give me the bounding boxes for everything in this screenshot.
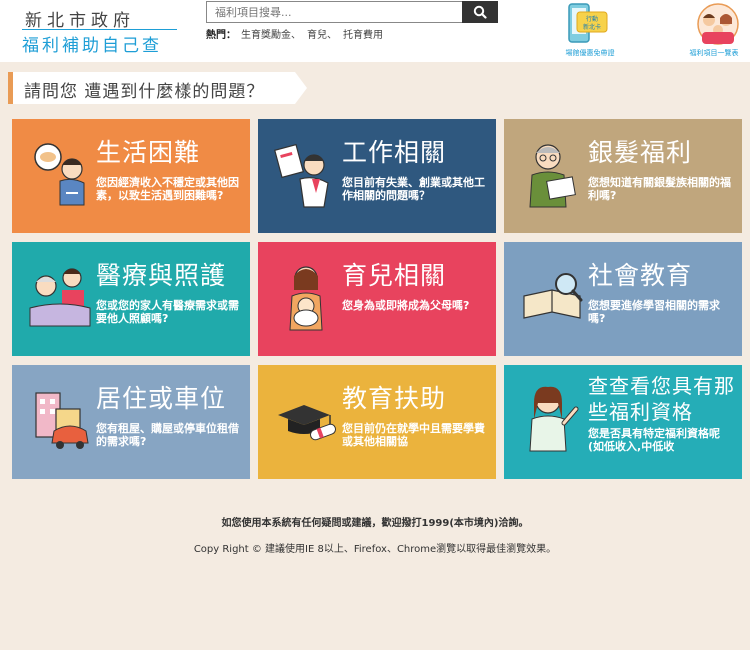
book-magnifier-icon [523,273,583,319]
tile-desc: 您想知道有關銀髮族相關的福利嗎? [588,176,731,202]
footer-copyright: Copy Right © 建議使用IE 8以上、Firefox、Chrome瀏覽… [193,544,557,555]
welfare-list-link[interactable]: 福利項目一覽表 [690,2,746,58]
tile-title: 育兒相關 [342,261,447,290]
tile-desc: 您身為或即將成為父母嗎? [342,299,470,312]
tile-desc: 您或您的家人有醫療需求或需要他人照顧嗎? [96,299,239,325]
site-header: 新北市政府 福利補助自己查 熱門： 生育獎勵金、育兒、托育費用 行動 新北卡 場館… [0,0,750,62]
tile-title: 查查看您具有那些福利資格 [588,374,735,424]
tile-housing-parking[interactable]: 居住或車位 您有租屋、購屋或停車位租借的需求嗎? [12,365,250,479]
question-text: 請問您 遭遇到什麼樣的問題？ [24,82,265,102]
tile-desc: 您想要進修學習相關的需求嗎? [588,299,720,325]
question-banner: 請問您 遭遇到什麼樣的問題？ [8,72,307,104]
logo-title-top[interactable]: 新北市政府 [25,6,135,31]
tile-living-difficulty[interactable]: 生活困難 您因經濟收入不穩定或其他因素，以致生活遇到困難嗎? [12,119,250,233]
logo-divider [22,29,177,30]
mother-baby-icon [289,266,323,331]
tile-eligibility-check[interactable]: 查查看您具有那些福利資格 您是否具有特定福利資格呢(如低收入,中低收 [504,365,742,479]
hot-label: 熱門： [206,30,236,41]
card-promo-label: 場館優惠免帶證 [565,49,615,57]
tile-desc: 您目前仍在就學中且需要學費或其他相關協 [342,422,485,448]
hot-keyword-childcare[interactable]: 育兒、 [307,30,337,41]
hot-keyword-birth-bonus[interactable]: 生育獎勵金、 [241,30,301,41]
tile-title: 居住或車位 [96,384,227,413]
family-icon [697,3,739,45]
search-input[interactable] [206,1,465,23]
caregiver-icon [29,268,91,327]
tile-title: 教育扶助 [342,384,447,413]
tile-desc: 您是否具有特定福利資格呢(如低收入,中低收 [588,427,720,453]
footer-contact: 如您使用本系統有任何疑問或建議，歡迎撥打1999(本市境內)洽詢。 [221,518,529,529]
tile-desc: 您因經濟收入不穩定或其他因素，以致生活遇到困難嗎? [96,176,239,202]
tile-desc: 您目前有失業、創業或其他工作相關的問題嗎？ [342,176,485,202]
question-accent-bar [8,72,13,104]
tile-work[interactable]: 工作相關 您目前有失業、創業或其他工作相關的問題嗎？ [258,119,496,233]
hot-keywords: 熱門： 生育獎勵金、 育兒、 托育費用 [206,26,389,41]
tile-title: 工作相關 [342,138,447,167]
search-icon [473,5,487,19]
tile-title: 醫療與照護 [96,261,227,290]
hot-keyword-nursery-fee[interactable]: 托育費用 [343,30,383,41]
svg-text:行動: 行動 [586,15,598,23]
card-promo-link[interactable]: 行動 新北卡 場館優惠免帶證 [555,2,617,58]
worker-icon [274,143,329,208]
tile-title: 銀髮福利 [588,138,693,167]
tile-education-aid[interactable]: 教育扶助 您目前仍在就學中且需要學費或其他相關協 [258,365,496,479]
tile-desc: 您有租屋、購屋或停車位租借的需求嗎? [96,422,239,448]
struggling-person-icon [34,143,85,206]
tile-senior[interactable]: 銀髮福利 您想知道有關銀髮族相關的福利嗎? [504,119,742,233]
tile-social-education[interactable]: 社會教育 您想要進修學習相關的需求嗎? [504,242,742,356]
welfare-list-label: 福利項目一覽表 [689,49,739,57]
graduation-cap-icon [278,405,337,441]
house-car-icon [35,392,89,449]
elderly-reader-icon [529,144,576,208]
tile-parenting[interactable]: 育兒相關 您身為或即將成為父母嗎? [258,242,496,356]
tile-title: 生活困難 [96,138,201,167]
logo-title-bottom[interactable]: 福利補助自己查 [22,31,162,56]
svg-text:新北卡: 新北卡 [583,23,601,31]
search-bar [206,1,498,23]
tile-title: 社會教育 [588,261,693,290]
search-button[interactable] [462,1,498,23]
pointing-woman-icon [529,386,579,452]
mobile-card-icon: 行動 新北卡 [568,3,608,43]
tile-medical-care[interactable]: 醫療與照護 您或您的家人有醫療需求或需要他人照顧嗎? [12,242,250,356]
